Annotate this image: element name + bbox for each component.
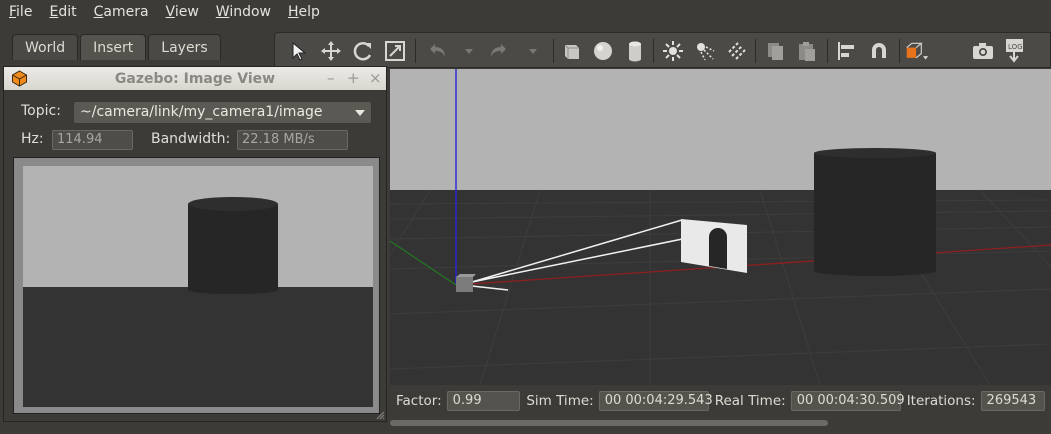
redo-icon[interactable]: [487, 39, 511, 63]
svg-text:LOG: LOG: [1008, 43, 1023, 51]
translate-icon[interactable]: [319, 39, 343, 63]
cylinder-model: [814, 148, 936, 276]
menu-file[interactable]: File: [9, 4, 32, 20]
spot-light-icon[interactable]: [693, 39, 717, 63]
camera-model: [456, 274, 476, 292]
menu-help[interactable]: Help: [288, 4, 320, 20]
camera-image: [23, 166, 373, 407]
tab-world[interactable]: World: [12, 34, 79, 60]
bandwidth-field: 22.18 MB/s: [237, 130, 348, 150]
topic-select-value: ~/camera/link/my_camera1/image: [80, 104, 323, 120]
rotate-icon[interactable]: [351, 39, 375, 63]
hz-label: Hz:: [21, 131, 44, 147]
sim-time-field: 00 00:04:29.543: [598, 391, 713, 411]
status-bar: Factor: 0.99 Sim Time: 00 00:04:29.543 R…: [390, 386, 1051, 416]
cylinder-icon[interactable]: [623, 39, 647, 63]
scrollbar-thumb[interactable]: [390, 420, 828, 426]
panel-tabs: World Insert Layers: [12, 34, 223, 60]
snap-icon[interactable]: [867, 39, 891, 63]
topic-select[interactable]: ~/camera/link/my_camera1/image: [73, 101, 372, 124]
box-icon[interactable]: [559, 39, 583, 63]
camera-image-frame: [13, 157, 380, 414]
menu-edit[interactable]: Edit: [49, 4, 76, 20]
hz-field: 114.94: [52, 130, 133, 150]
tab-insert[interactable]: Insert: [80, 34, 147, 60]
real-time-label: Real Time:: [714, 393, 786, 409]
sim-time-label: Sim Time:: [526, 393, 594, 409]
resize-grip-icon[interactable]: [376, 411, 385, 420]
select-arrow-icon[interactable]: [287, 39, 311, 63]
menu-camera[interactable]: Camera: [94, 4, 149, 20]
paste-icon[interactable]: [795, 39, 819, 63]
scene-render: [390, 69, 1051, 385]
maximize-icon[interactable]: +: [347, 69, 360, 87]
window-titlebar[interactable]: Gazebo: Image View – + ×: [4, 67, 386, 90]
tab-layers[interactable]: Layers: [148, 34, 221, 60]
directional-light-icon[interactable]: [725, 39, 749, 63]
menu-view[interactable]: View: [166, 4, 199, 20]
iterations-label: Iterations:: [906, 393, 976, 409]
sphere-icon[interactable]: [591, 39, 615, 63]
undo-menu-icon[interactable]: [457, 39, 481, 63]
point-light-icon[interactable]: [661, 39, 685, 63]
copy-icon[interactable]: [763, 39, 787, 63]
menu-bar: File Edit Camera View Window Help: [0, 0, 1051, 24]
close-icon[interactable]: ×: [369, 69, 382, 87]
bandwidth-label: Bandwidth:: [151, 131, 231, 147]
toolbar: LOG: [274, 32, 1051, 68]
real-time-field: 00 00:04:30.509: [790, 391, 905, 411]
undo-icon[interactable]: [425, 39, 449, 63]
chevron-down-icon: [355, 110, 365, 116]
screenshot-icon[interactable]: [971, 39, 995, 63]
redo-menu-icon[interactable]: [521, 39, 545, 63]
factor-field: 0.99: [446, 391, 521, 411]
view-angle-icon[interactable]: [905, 39, 929, 63]
log-icon[interactable]: LOG: [1003, 39, 1027, 63]
horizontal-scrollbar[interactable]: [390, 417, 1051, 429]
iterations-field: 269543: [980, 391, 1045, 411]
scene-viewport[interactable]: [390, 69, 1051, 385]
menu-window[interactable]: Window: [216, 4, 271, 20]
topic-label: Topic:: [21, 103, 61, 119]
minimize-icon[interactable]: –: [327, 69, 335, 87]
align-icon[interactable]: [835, 39, 859, 63]
scale-icon[interactable]: [383, 39, 407, 63]
image-view-window: Gazebo: Image View – + × Topic: ~/camera…: [3, 66, 387, 422]
factor-label: Factor:: [396, 393, 442, 409]
